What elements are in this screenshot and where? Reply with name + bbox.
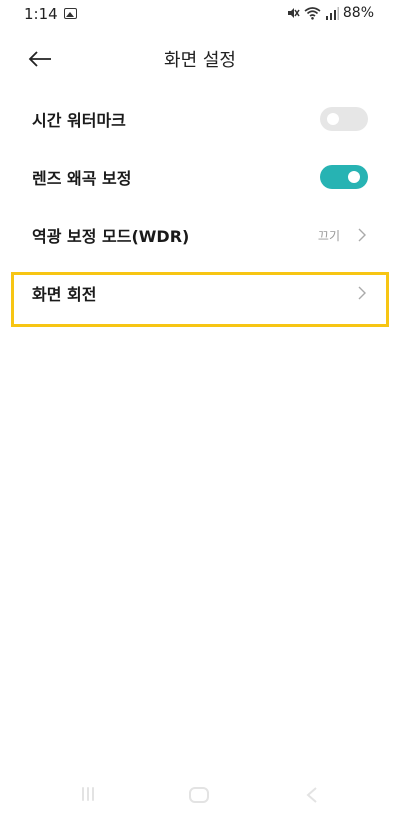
time-watermark-toggle[interactable] bbox=[320, 107, 368, 131]
signal-icon bbox=[325, 7, 339, 20]
status-icons: 88% bbox=[286, 5, 374, 21]
setting-value: 끄기 bbox=[317, 228, 340, 243]
mute-icon bbox=[287, 8, 300, 18]
status-bar: 1:14 88% bbox=[0, 0, 400, 30]
recents-icon[interactable] bbox=[78, 787, 98, 803]
toggle-knob bbox=[348, 171, 360, 183]
chevron-right-icon bbox=[358, 228, 366, 242]
setting-screen-rotation[interactable]: 화면 회전 bbox=[0, 264, 400, 322]
page-title: 화면 설정 bbox=[164, 50, 236, 71]
setting-label: 역광 보정 모드(WDR) bbox=[32, 227, 190, 246]
gallery-icon bbox=[64, 8, 77, 19]
setting-time-watermark[interactable]: 시간 워터마크 bbox=[0, 90, 400, 148]
lens-distortion-toggle[interactable] bbox=[320, 165, 368, 189]
screen: 1:14 88% 화면 설정 시간 워터마크 렌즈 왜곡 보정 역광 보정 모드… bbox=[0, 0, 400, 821]
setting-label: 렌즈 왜곡 보정 bbox=[32, 169, 132, 188]
status-time: 1:14 bbox=[24, 5, 58, 23]
home-icon[interactable] bbox=[189, 787, 209, 803]
setting-label: 화면 회전 bbox=[32, 285, 97, 304]
header: 화면 설정 bbox=[0, 30, 400, 88]
setting-label: 시간 워터마크 bbox=[32, 111, 126, 130]
settings-list: 시간 워터마크 렌즈 왜곡 보정 역광 보정 모드(WDR) 끄기 화면 회전 bbox=[0, 90, 400, 322]
nav-bar bbox=[0, 773, 400, 821]
setting-wdr-mode[interactable]: 역광 보정 모드(WDR) 끄기 bbox=[0, 206, 400, 264]
battery-percent: 88% bbox=[342, 5, 374, 21]
setting-lens-distortion[interactable]: 렌즈 왜곡 보정 bbox=[0, 148, 400, 206]
wifi-icon bbox=[304, 7, 321, 20]
chevron-right-icon bbox=[358, 286, 366, 300]
toggle-knob bbox=[327, 113, 339, 125]
back-icon[interactable] bbox=[303, 785, 321, 805]
